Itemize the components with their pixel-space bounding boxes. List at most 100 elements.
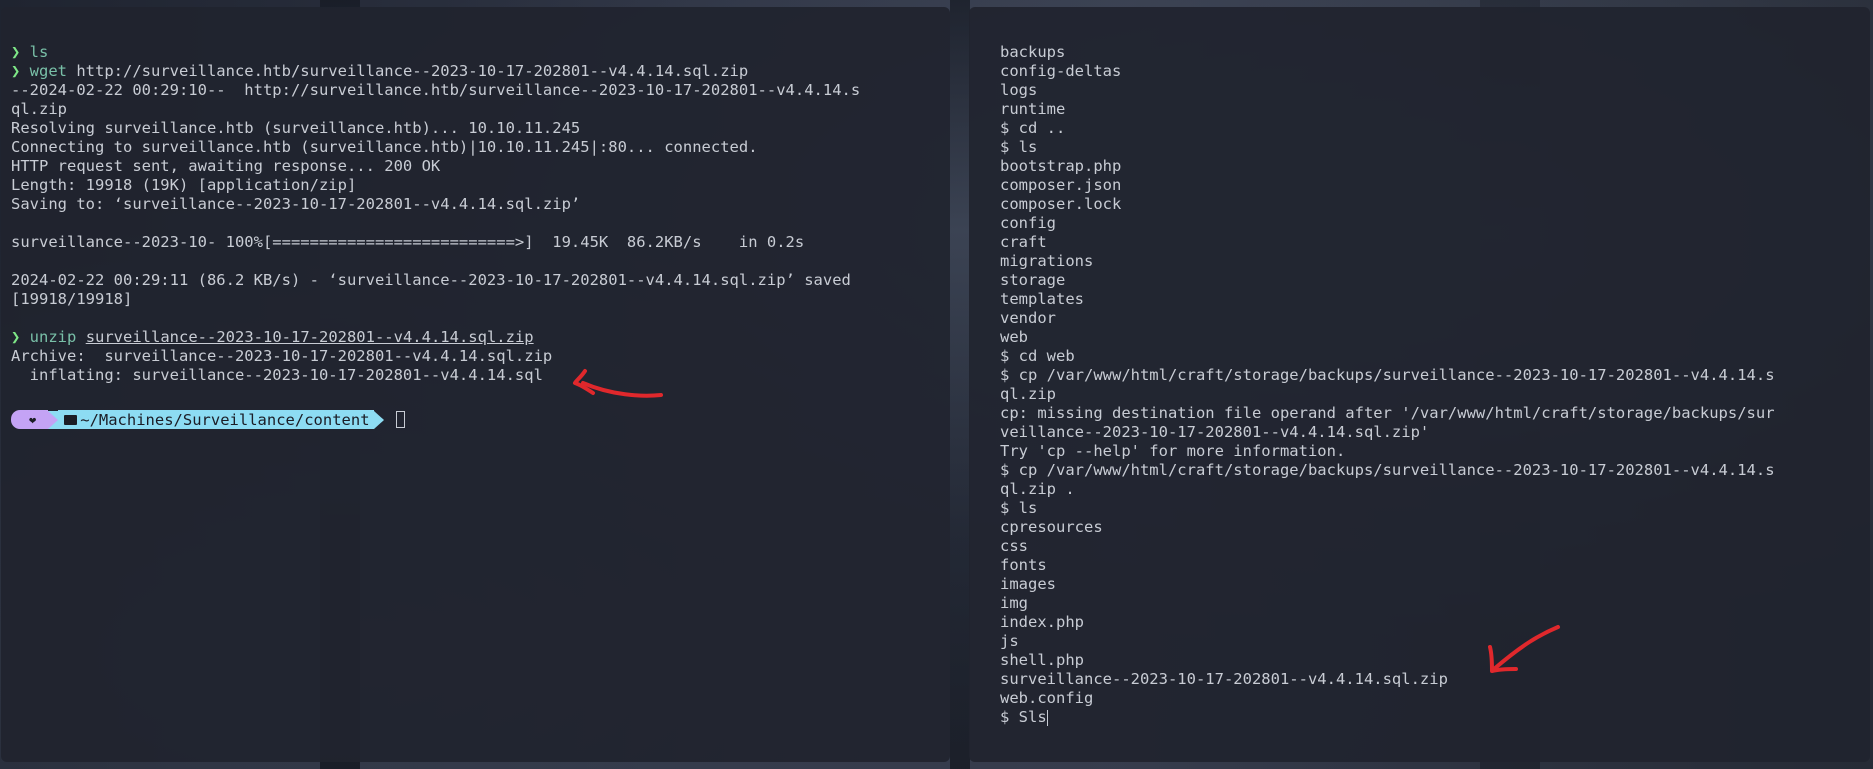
terminal-line: fonts <box>1000 556 1775 575</box>
terminal-line: vendor <box>1000 309 1775 328</box>
terminal-line: config-deltas <box>1000 62 1775 81</box>
terminal-line: $ cd .. <box>1000 119 1775 138</box>
terminal-line-text: images <box>1000 575 1056 593</box>
terminal-line-text: vendor <box>1000 309 1056 327</box>
terminal-line-text: ql.zip . <box>1000 480 1075 498</box>
terminal-line-text: cpresources <box>1000 518 1103 536</box>
terminal-line-text: runtime <box>1000 100 1066 118</box>
terminal-line-text: Try 'cp --help' for more information. <box>1000 442 1346 460</box>
terminal-line-text: $ cp /var/www/html/craft/storage/backups… <box>1000 461 1775 479</box>
terminal-line: ql.zip . <box>1000 480 1775 499</box>
terminal-line-text: veillance--2023-10-17-202801--v4.4.14.sq… <box>1000 423 1430 441</box>
terminal-line-text: logs <box>1000 81 1038 99</box>
prompt-symbol: ❯ <box>11 43 30 61</box>
heart-icon: ❤ <box>29 412 37 427</box>
terminal-line: $ cp /var/www/html/craft/storage/backups… <box>1000 366 1775 385</box>
terminal-line-text: composer.lock <box>1000 195 1122 213</box>
terminal-line: Saving to: ‘surveillance--2023-10-17-202… <box>11 195 581 213</box>
terminal-window-right[interactable]: backups config-deltas logs runtime $ cd .. $ … <box>969 7 1870 762</box>
terminal-line: [19918/19918] <box>11 290 133 308</box>
terminal-line-text: storage <box>1000 271 1066 289</box>
terminal-line: ❯ wget http://surveillance.htb/surveilla… <box>11 62 860 81</box>
terminal-line: ql.zip <box>11 100 67 118</box>
terminal-line-text: $ cd web <box>1000 347 1075 365</box>
terminal-line-text: backups <box>1000 43 1066 61</box>
terminal-line: config <box>1000 214 1775 233</box>
terminal-line: $ cp /var/www/html/craft/storage/backups… <box>1000 461 1775 480</box>
terminal-line-text: $ cp /var/www/html/craft/storage/backups… <box>1000 366 1775 384</box>
terminal-output-left: ❯ ls ❯ wget http://surveillance.htb/surve… <box>11 43 860 385</box>
terminal-line-text: web <box>1000 328 1028 346</box>
terminal-cursor <box>1046 709 1049 726</box>
terminal-line: surveillance--2023-10-17-202801--v4.4.14… <box>1000 670 1775 689</box>
terminal-line-text: migrations <box>1000 252 1094 270</box>
terminal-line-text: bootstrap.php <box>1000 157 1122 175</box>
terminal-line: backups <box>1000 43 1775 62</box>
shell-prompt: ❤ ~/Machines/Surveillance/content <box>11 410 405 429</box>
terminal-line: ❯ ls <box>11 43 860 62</box>
command-name: unzip <box>29 328 77 346</box>
command-file-arg: surveillance--2023-10-17-202801--v4.4.14… <box>85 328 534 346</box>
prompt-symbol: ❯ <box>11 328 30 346</box>
terminal-line: img <box>1000 594 1775 613</box>
terminal-line: bootstrap.php <box>1000 157 1775 176</box>
terminal-line-text: composer.json <box>1000 176 1122 194</box>
terminal-line-text: js <box>1000 632 1019 650</box>
terminal-line-text: shell.php <box>1000 651 1084 669</box>
command-name: ls <box>29 43 49 61</box>
terminal-line: Connecting to surveillance.htb (surveill… <box>11 138 758 156</box>
terminal-line: veillance--2023-10-17-202801--v4.4.14.sq… <box>1000 423 1775 442</box>
terminal-line: $ ls <box>1000 138 1775 157</box>
terminal-line: 2024-02-22 00:29:11 (86.2 KB/s) - ‘surve… <box>11 271 851 289</box>
terminal-line: storage <box>1000 271 1775 290</box>
terminal-line: shell.php <box>1000 651 1775 670</box>
command-args: http://surveillance.htb/surveillance--20… <box>67 62 749 80</box>
terminal-line-text: $ Sls <box>1000 708 1047 726</box>
command-name: wget <box>29 62 67 80</box>
terminal-line: logs <box>1000 81 1775 100</box>
terminal-line: inflating: surveillance--2023-10-17-2028… <box>11 366 543 384</box>
terminal-line: images <box>1000 575 1775 594</box>
terminal-line: migrations <box>1000 252 1775 271</box>
terminal-line: --2024-02-22 00:29:10-- http://surveilla… <box>11 81 861 99</box>
terminal-line: Try 'cp --help' for more information. <box>1000 442 1775 461</box>
terminal-line-text: web.config <box>1000 689 1094 707</box>
command-args <box>76 328 85 346</box>
terminal-line: css <box>1000 537 1775 556</box>
terminal-line-text: templates <box>1000 290 1084 308</box>
terminal-line: craft <box>1000 233 1775 252</box>
terminal-line-text: index.php <box>1000 613 1084 631</box>
terminal-line-text: config-deltas <box>1000 62 1122 80</box>
terminal-line: ❯ unzip surveillance--2023-10-17-202801-… <box>11 328 860 347</box>
terminal-line: $ ls <box>1000 499 1775 518</box>
terminal-window-left[interactable]: ❯ ls ❯ wget http://surveillance.htb/surve… <box>1 7 950 762</box>
prompt-status-segment: ❤ <box>11 410 49 429</box>
terminal-line-text: $ ls <box>1000 138 1038 156</box>
terminal-line: Archive: surveillance--2023-10-17-202801… <box>11 347 553 365</box>
terminal-line: Length: 19918 (19K) [application/zip] <box>11 176 357 194</box>
terminal-cursor <box>395 411 405 428</box>
terminal-line: composer.lock <box>1000 195 1775 214</box>
terminal-output-right: backups config-deltas logs runtime $ cd .. $ … <box>1000 43 1775 727</box>
prompt-path: ~/Machines/Surveillance/content <box>80 410 370 429</box>
terminal-line: web <box>1000 328 1775 347</box>
terminal-line-text: $ ls <box>1000 499 1038 517</box>
prompt-separator <box>48 410 59 429</box>
terminal-line: runtime <box>1000 100 1775 119</box>
terminal-line-text: config <box>1000 214 1056 232</box>
terminal-line: index.php <box>1000 613 1775 632</box>
terminal-line: cp: missing destination file operand aft… <box>1000 404 1775 423</box>
terminal-line-text: $ cd .. <box>1000 119 1066 137</box>
folder-icon <box>64 414 78 425</box>
terminal-line: js <box>1000 632 1775 651</box>
terminal-line-text: craft <box>1000 233 1047 251</box>
terminal-line-text: css <box>1000 537 1028 555</box>
prompt-path-segment: ~/Machines/Surveillance/content <box>58 410 374 429</box>
terminal-line: ql.zip <box>1000 385 1775 404</box>
terminal-line-text: ql.zip <box>1000 385 1056 403</box>
prompt-symbol: ❯ <box>11 62 30 80</box>
terminal-line: Resolving surveillance.htb (surveillance… <box>11 119 581 137</box>
wallpaper-shape <box>950 0 970 769</box>
